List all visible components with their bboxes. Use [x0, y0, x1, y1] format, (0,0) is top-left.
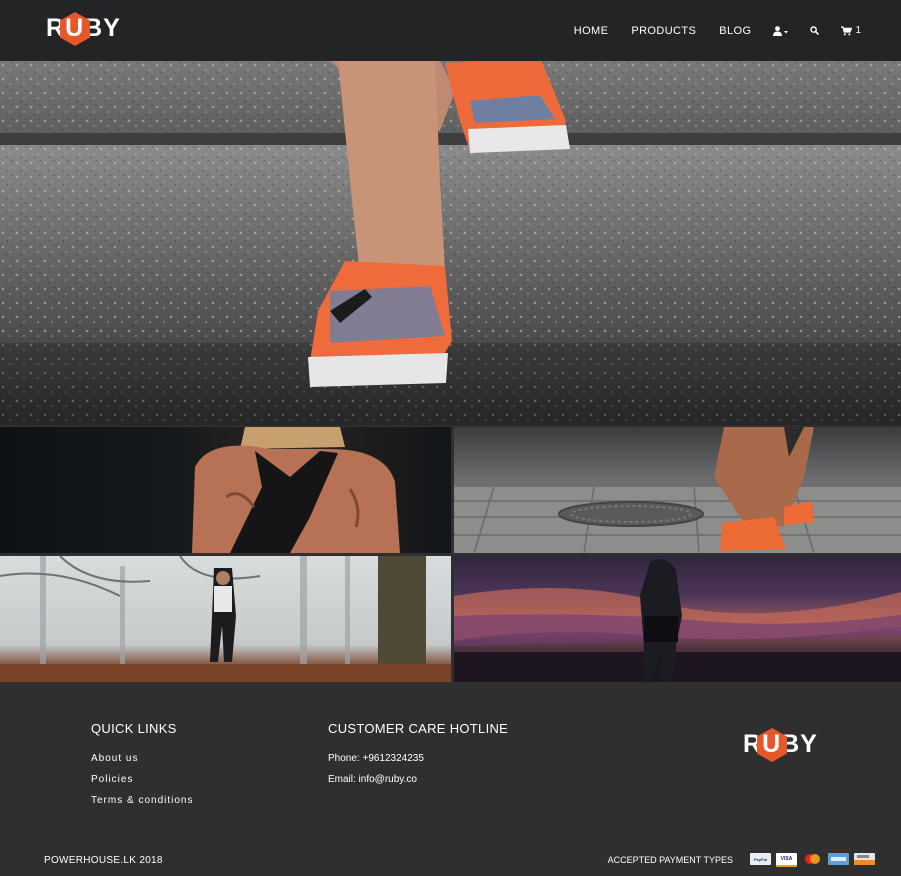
- link-terms-and-conditions[interactable]: Terms & conditions: [91, 795, 193, 806]
- site-header: R U BY HOME PRODUCTS BLOG 1: [0, 0, 901, 61]
- quick-links-section: QUICK LINKS About us Policies Terms & co…: [91, 721, 193, 816]
- nav-blog[interactable]: BLOG: [719, 25, 751, 37]
- hotline-email: Email: info@ruby.co: [328, 774, 417, 785]
- footer-logo-hexagon: U: [756, 727, 787, 762]
- paypal-card-label: PayPal: [753, 856, 768, 862]
- mastercard-card-icon: [802, 853, 823, 865]
- quick-links-title: QUICK LINKS: [91, 721, 177, 736]
- photo-athlete-back: [0, 427, 451, 553]
- hero-image-running-shoes: [0, 61, 901, 425]
- cart-count: 1: [855, 25, 861, 36]
- search-icon: [810, 26, 820, 35]
- logo-letters-by: BY: [84, 14, 121, 42]
- search-button[interactable]: [810, 26, 820, 35]
- footer-logo-letters-by: BY: [781, 730, 818, 758]
- visa-card-icon: VISA: [776, 853, 797, 867]
- photo-runner-at-sunset: [454, 556, 901, 682]
- payment-types-label: ACCEPTED PAYMENT TYPES: [607, 855, 733, 865]
- user-dropdown-icon: [773, 25, 789, 36]
- cart-icon: [841, 25, 853, 35]
- athlete-back-illustration: [192, 427, 400, 553]
- hotline-phone: Phone: +9612324235: [328, 753, 424, 764]
- logo-letter-u: U: [65, 14, 85, 42]
- nav-products[interactable]: PRODUCTS: [631, 25, 696, 37]
- photo-tying-shoelaces: [454, 427, 901, 553]
- payment-card-list: PayPal VISA: [745, 853, 875, 867]
- hero-illustration: [0, 61, 901, 425]
- customer-care-title: CUSTOMER CARE HOTLINE: [328, 721, 509, 736]
- discover-stripe-icon: [854, 855, 875, 865]
- footer-logo-letter-u: U: [762, 730, 782, 758]
- paypal-card-icon: PayPal: [750, 853, 771, 865]
- nav-home[interactable]: HOME: [574, 25, 609, 37]
- amex-card-icon: [831, 857, 846, 861]
- american-express-card-icon: [828, 853, 849, 865]
- link-policies[interactable]: Policies: [91, 774, 193, 785]
- main-nav: HOME PRODUCTS BLOG 1: [551, 0, 861, 61]
- cart-button[interactable]: 1: [841, 25, 861, 36]
- account-menu-button[interactable]: [773, 25, 789, 36]
- visa-card-label: VISA: [780, 856, 793, 862]
- discover-card-icon: [854, 853, 875, 865]
- photo-runner-in-forest: [0, 556, 451, 682]
- runner-at-sunset-illustration: [454, 559, 901, 682]
- footer-ruby-logo[interactable]: R U BY: [743, 727, 818, 762]
- runner-in-forest-illustration: [0, 556, 451, 682]
- customer-care-section: CUSTOMER CARE HOTLINE Phone: +9612324235…: [328, 721, 508, 795]
- link-about-us[interactable]: About us: [91, 753, 193, 764]
- mastercard-circles-icon: [805, 854, 820, 864]
- ruby-logo[interactable]: R U BY: [46, 11, 121, 46]
- payment-types: ACCEPTED PAYMENT TYPES PayPal VISA: [608, 853, 875, 867]
- copyright-text: POWERHOUSE.LK 2018: [44, 855, 163, 866]
- tying-shoelaces-illustration: [454, 427, 901, 553]
- logo-hexagon: U: [59, 11, 90, 46]
